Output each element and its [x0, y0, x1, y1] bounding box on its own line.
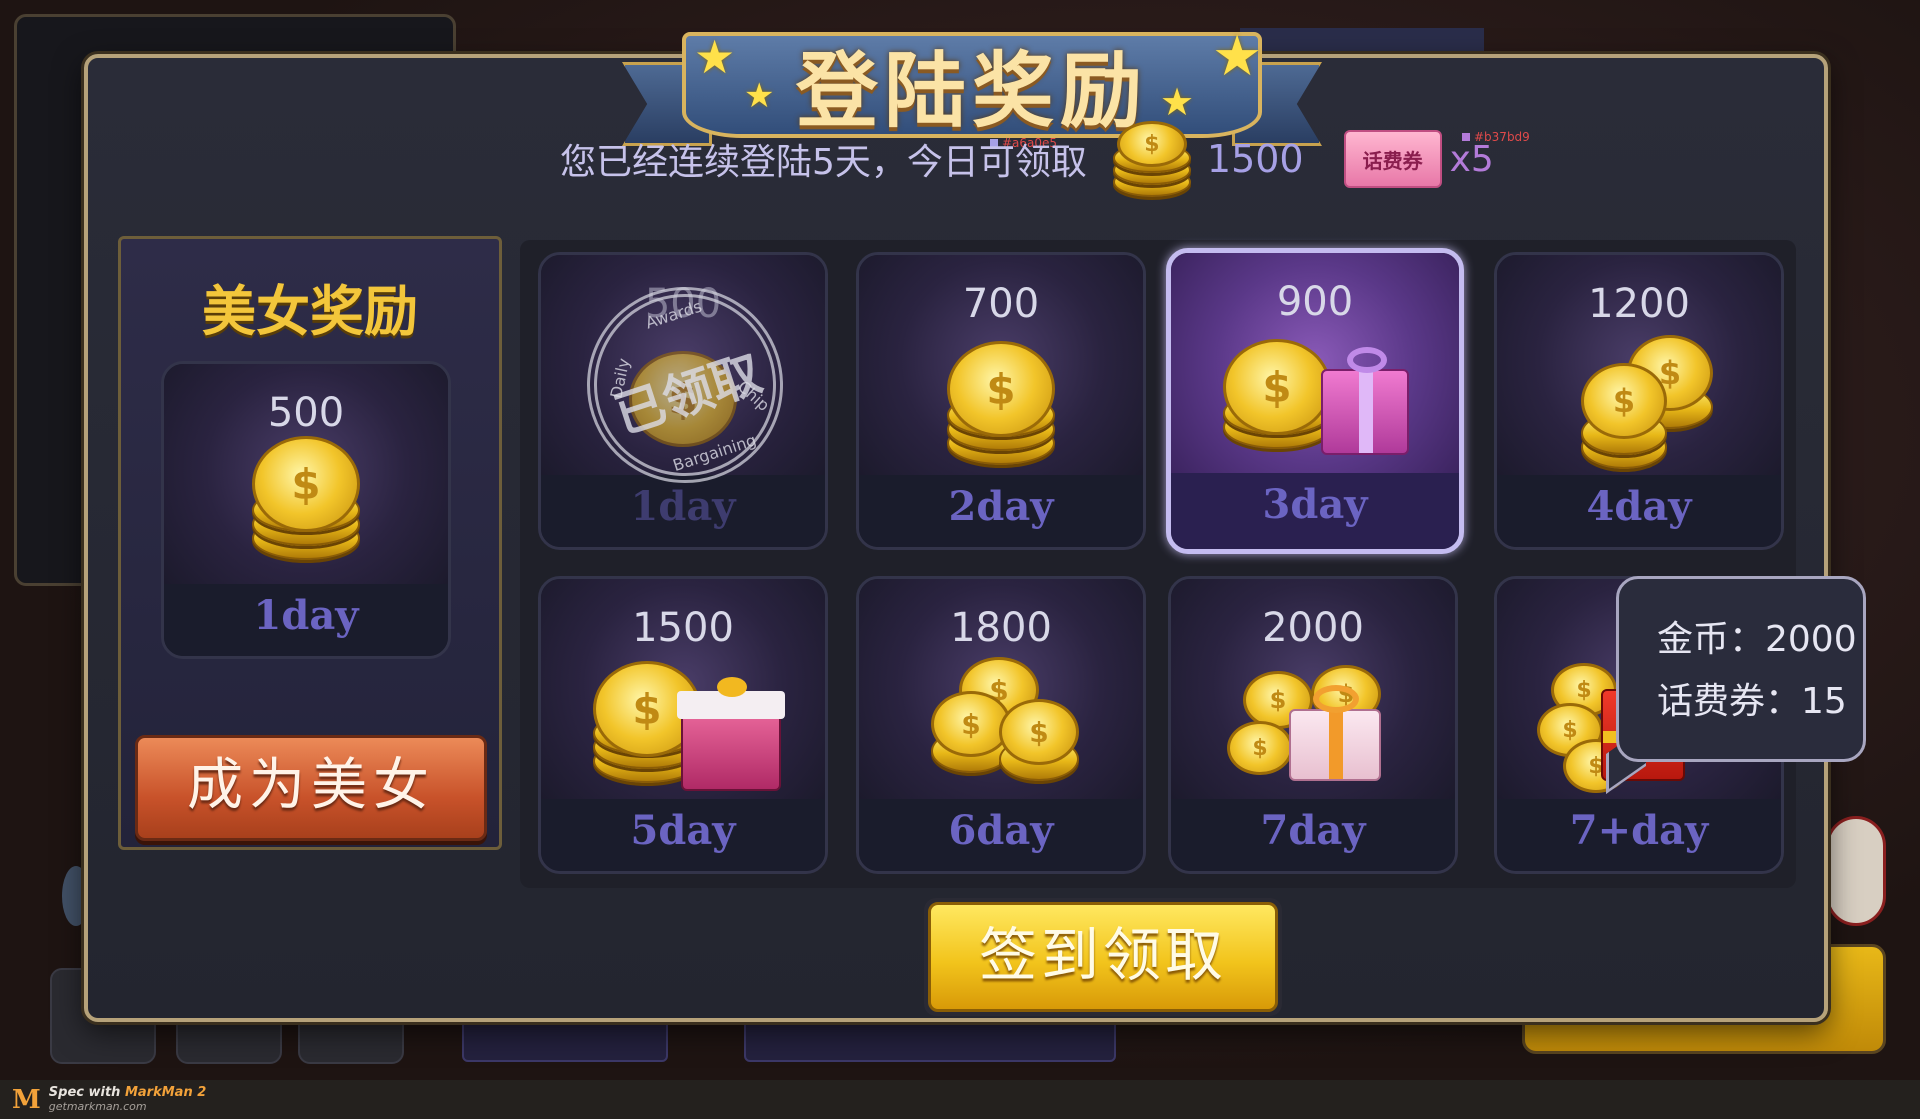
- streak-text: 您已经连续登陆5天，今日可领取: [560, 142, 1087, 183]
- reward-amount: 500: [267, 390, 345, 436]
- reward-amount: 1500: [632, 605, 734, 651]
- markman-footer: M Spec with MarkMan 2 getmarkman.com: [0, 1080, 1920, 1119]
- reward-card-day-6[interactable]: 1800 $ $ $ 6day: [856, 576, 1146, 874]
- beauty-reward-card: 500 $ 1day: [161, 361, 451, 659]
- streak-info-row: 您已经连续登陆5天，今日可领取 $ 1500 话费券 x5: [560, 114, 1494, 204]
- claim-button-label: 签到领取: [928, 902, 1278, 1012]
- reward-day: 1day: [630, 483, 736, 530]
- reward-day: 5day: [630, 807, 736, 854]
- star-icon: ★: [1212, 24, 1263, 89]
- sign-in-claim-button[interactable]: 签到领取: [924, 898, 1282, 1016]
- tooltip-tickets: 话费券：15: [1657, 681, 1847, 722]
- ticket-label: 话费券: [1362, 148, 1423, 173]
- tooltip-coins: 金币：2000: [1657, 619, 1857, 660]
- beauty-reward-title: 美女奖励: [202, 280, 418, 343]
- reward-card-day-2[interactable]: 700 $ 2day: [856, 252, 1146, 550]
- reward-tooltip: 金币：2000 话费券：15: [1616, 576, 1866, 762]
- star-icon: ★: [694, 30, 736, 84]
- phone-ticket-icon: 话费券: [1343, 130, 1442, 188]
- daily-reward-grid: 500 $ 1day Daily Awards Chip Bargaining …: [520, 240, 1796, 888]
- reward-card-day-1[interactable]: 500 $ 1day Daily Awards Chip Bargaining …: [538, 252, 828, 550]
- reward-day: 7day: [1260, 807, 1366, 854]
- reward-day: 3day: [1262, 481, 1368, 528]
- coin-amount: 1500: [1206, 137, 1304, 181]
- gift-box-icon: [677, 677, 785, 791]
- reward-amount: 900: [1276, 279, 1354, 325]
- reward-day: 6day: [948, 807, 1054, 854]
- reward-card-day-3[interactable]: 900 $ 3day: [1166, 248, 1464, 554]
- reward-amount: 2000: [1262, 605, 1364, 651]
- reward-card-day-5[interactable]: 1500 $ 5day: [538, 576, 828, 874]
- reward-day: 2day: [948, 483, 1054, 530]
- gift-box-icon: [1289, 685, 1381, 781]
- markman-logo-icon: M: [12, 1084, 41, 1115]
- reward-day: 4day: [1586, 483, 1692, 530]
- mascot-icon: [1826, 816, 1886, 926]
- reward-amount: 700: [962, 281, 1040, 327]
- reward-day: 1day: [253, 592, 359, 639]
- coin-stack-icon: $: [1112, 121, 1193, 197]
- gift-box-icon: [1321, 347, 1409, 455]
- star-icon: ★: [744, 76, 775, 116]
- beauty-reward-panel: 美女奖励 500 $ 1day 成为美女: [118, 236, 502, 850]
- reward-card-day-7[interactable]: 2000 $ $ $ 7day: [1168, 576, 1458, 874]
- reward-amount: 1800: [950, 605, 1052, 651]
- reward-day: 7+day: [1569, 807, 1709, 854]
- become-beauty-button[interactable]: 成为美女: [135, 735, 487, 841]
- reward-card-day-4[interactable]: 1200 $ $ 4day: [1494, 252, 1784, 550]
- ticket-multiplier: x5: [1449, 138, 1494, 180]
- reward-amount: 1200: [1588, 281, 1690, 327]
